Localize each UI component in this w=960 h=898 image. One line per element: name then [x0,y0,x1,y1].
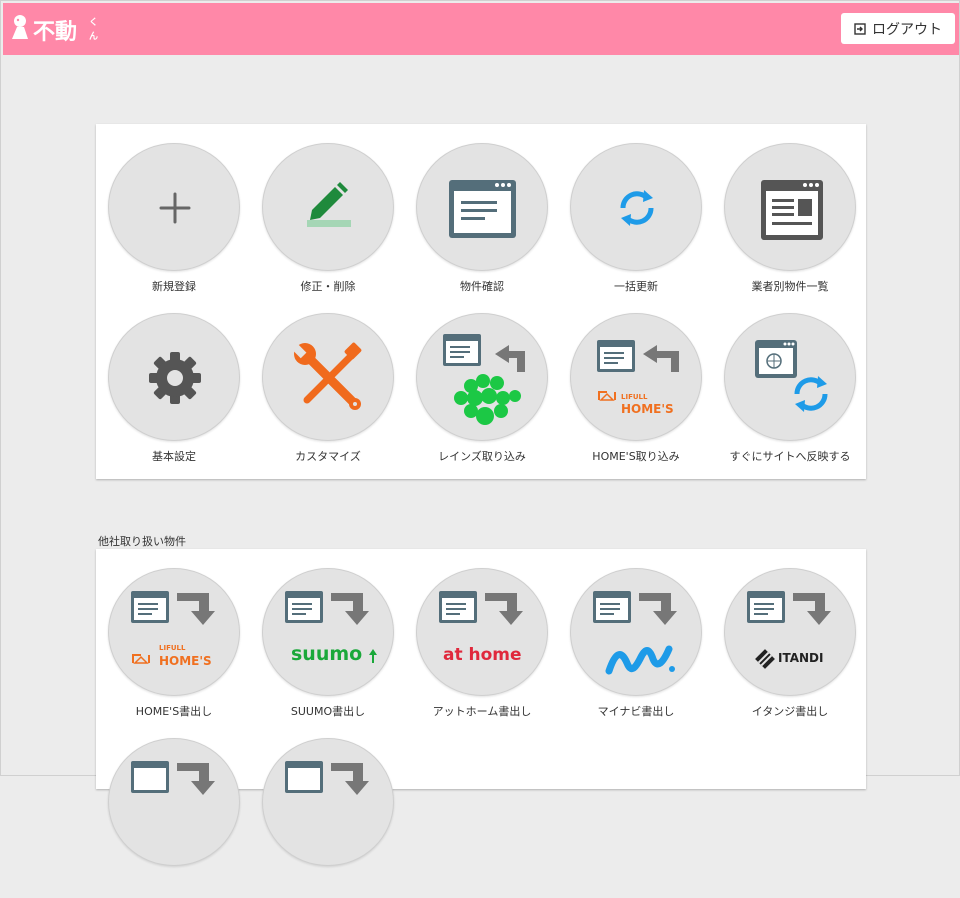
menu-customize[interactable]: カスタマイズ [261,313,395,473]
menu-label: レインズ取り込み [438,450,526,463]
menu-tile-circle[interactable]: LIFULL HOME'S [108,568,240,696]
homes-logo-line2: HOME'S [159,654,212,668]
menu-basic-settings[interactable]: 基本設定 [107,313,241,473]
export-mynavi[interactable]: マイナビ書出し [569,568,703,728]
menu-label: 修正・削除 [300,280,356,293]
suumo-logo: suumo [291,643,363,665]
menu-tile-circle[interactable] [570,568,702,696]
menu-tile-circle[interactable] [262,313,394,441]
menu-label: SUUMO書出し [290,705,366,718]
menu-tile-circle[interactable]: ITANDI [724,568,856,696]
mynavi-export-icon [593,591,677,675]
export-item[interactable] [107,738,241,898]
menu-tile-circle[interactable] [262,143,394,271]
menu-tile-circle[interactable] [570,143,702,271]
menu-tile-circle[interactable] [724,143,856,271]
menu-tile-circle[interactable] [108,738,240,866]
menu-bulk-update[interactable]: 一括更新 [569,143,703,303]
menu-label: アットホーム書出し [432,705,532,718]
wrench-screwdriver-icon [292,342,362,410]
homes-export-icon [131,591,215,664]
app-logo[interactable]: 不動 く ん [9,9,105,49]
plus-icon [159,192,191,224]
suumo-export-icon [285,591,377,663]
svg-text:HOME'S: HOME'S [621,402,674,416]
menu-label: マイナビ書出し [597,705,675,718]
logout-label: ログアウト [872,21,942,38]
menu-edit-delete[interactable]: 修正・削除 [261,143,395,303]
menu-label: 基本設定 [152,450,196,463]
gear-icon [149,352,201,404]
svg-text:不動: 不動 [33,20,77,45]
homes-import-icon: LIFULL HOME'S [597,340,679,416]
menu-vendor-list[interactable]: 業者別物件一覧 [723,143,857,303]
menu-label: 物件確認 [460,280,504,293]
menu-reins-import[interactable]: レインズ取り込み [415,313,549,473]
export-item[interactable] [261,738,395,898]
svg-text:LIFULL: LIFULL [621,393,648,401]
menu-label: 一括更新 [614,280,658,293]
homes-logo-line1: LIFULL [159,644,186,652]
menu-homes-import[interactable]: LIFULL HOME'S HOME'S取り込み [569,313,703,473]
menu-tile-circle[interactable] [262,738,394,866]
menu-tile-circle[interactable]: suumo [262,568,394,696]
export-icon [285,761,369,795]
export-icon [131,761,215,795]
menu-label: カスタマイズ [295,450,361,463]
menu-tile-circle[interactable] [724,313,856,441]
menu-label: 新規登録 [152,280,196,293]
browser-window-icon [449,180,516,238]
svg-text:ん: ん [89,31,98,42]
menu-label: すぐにサイトへ反映する [729,450,851,463]
app-header: 不動 く ん ログアウト [3,3,959,55]
edit-pencil-icon [307,182,351,227]
menu-tile-circle[interactable]: at home [416,568,548,696]
menu-label: HOME'S取り込み [592,450,680,463]
athome-logo: at home [443,645,522,665]
menu-label: HOME'S書出し [135,705,213,718]
menu-tile-circle[interactable] [416,143,548,271]
site-sync-icon [755,340,828,412]
logout-button[interactable]: ログアウト [841,13,955,44]
logout-icon [854,22,866,35]
menu-tile-circle[interactable] [108,143,240,271]
menu-site-sync[interactable]: すぐにサイトへ反映する [723,313,857,473]
export-athome[interactable]: at home アットホーム書出し [415,568,549,728]
itandi-export-icon [747,591,831,669]
menu-tile-circle[interactable] [108,313,240,441]
menu-label: イタンジ書出し [751,705,829,718]
refresh-icon [620,190,654,226]
mynavi-logo-icon [605,645,673,675]
itandi-logo: ITANDI [778,651,824,665]
svg-text:く: く [89,17,98,28]
menu-property-check[interactable]: 物件確認 [415,143,549,303]
menu-tile-circle[interactable] [416,313,548,441]
menu-tile-circle[interactable]: LIFULL HOME'S [570,313,702,441]
export-homes[interactable]: LIFULL HOME'S HOME'S書出し [107,568,241,728]
section-title: 他社取り扱い物件 [98,535,186,548]
athome-export-icon [439,591,523,625]
reins-import-icon [443,334,525,425]
menu-label: 業者別物件一覧 [751,280,829,293]
export-itandi[interactable]: ITANDI イタンジ書出し [723,568,857,728]
menu-new-register[interactable]: 新規登録 [107,143,241,303]
export-suumo[interactable]: suumo SUUMO書出し [261,568,395,728]
newspaper-icon [761,180,823,240]
